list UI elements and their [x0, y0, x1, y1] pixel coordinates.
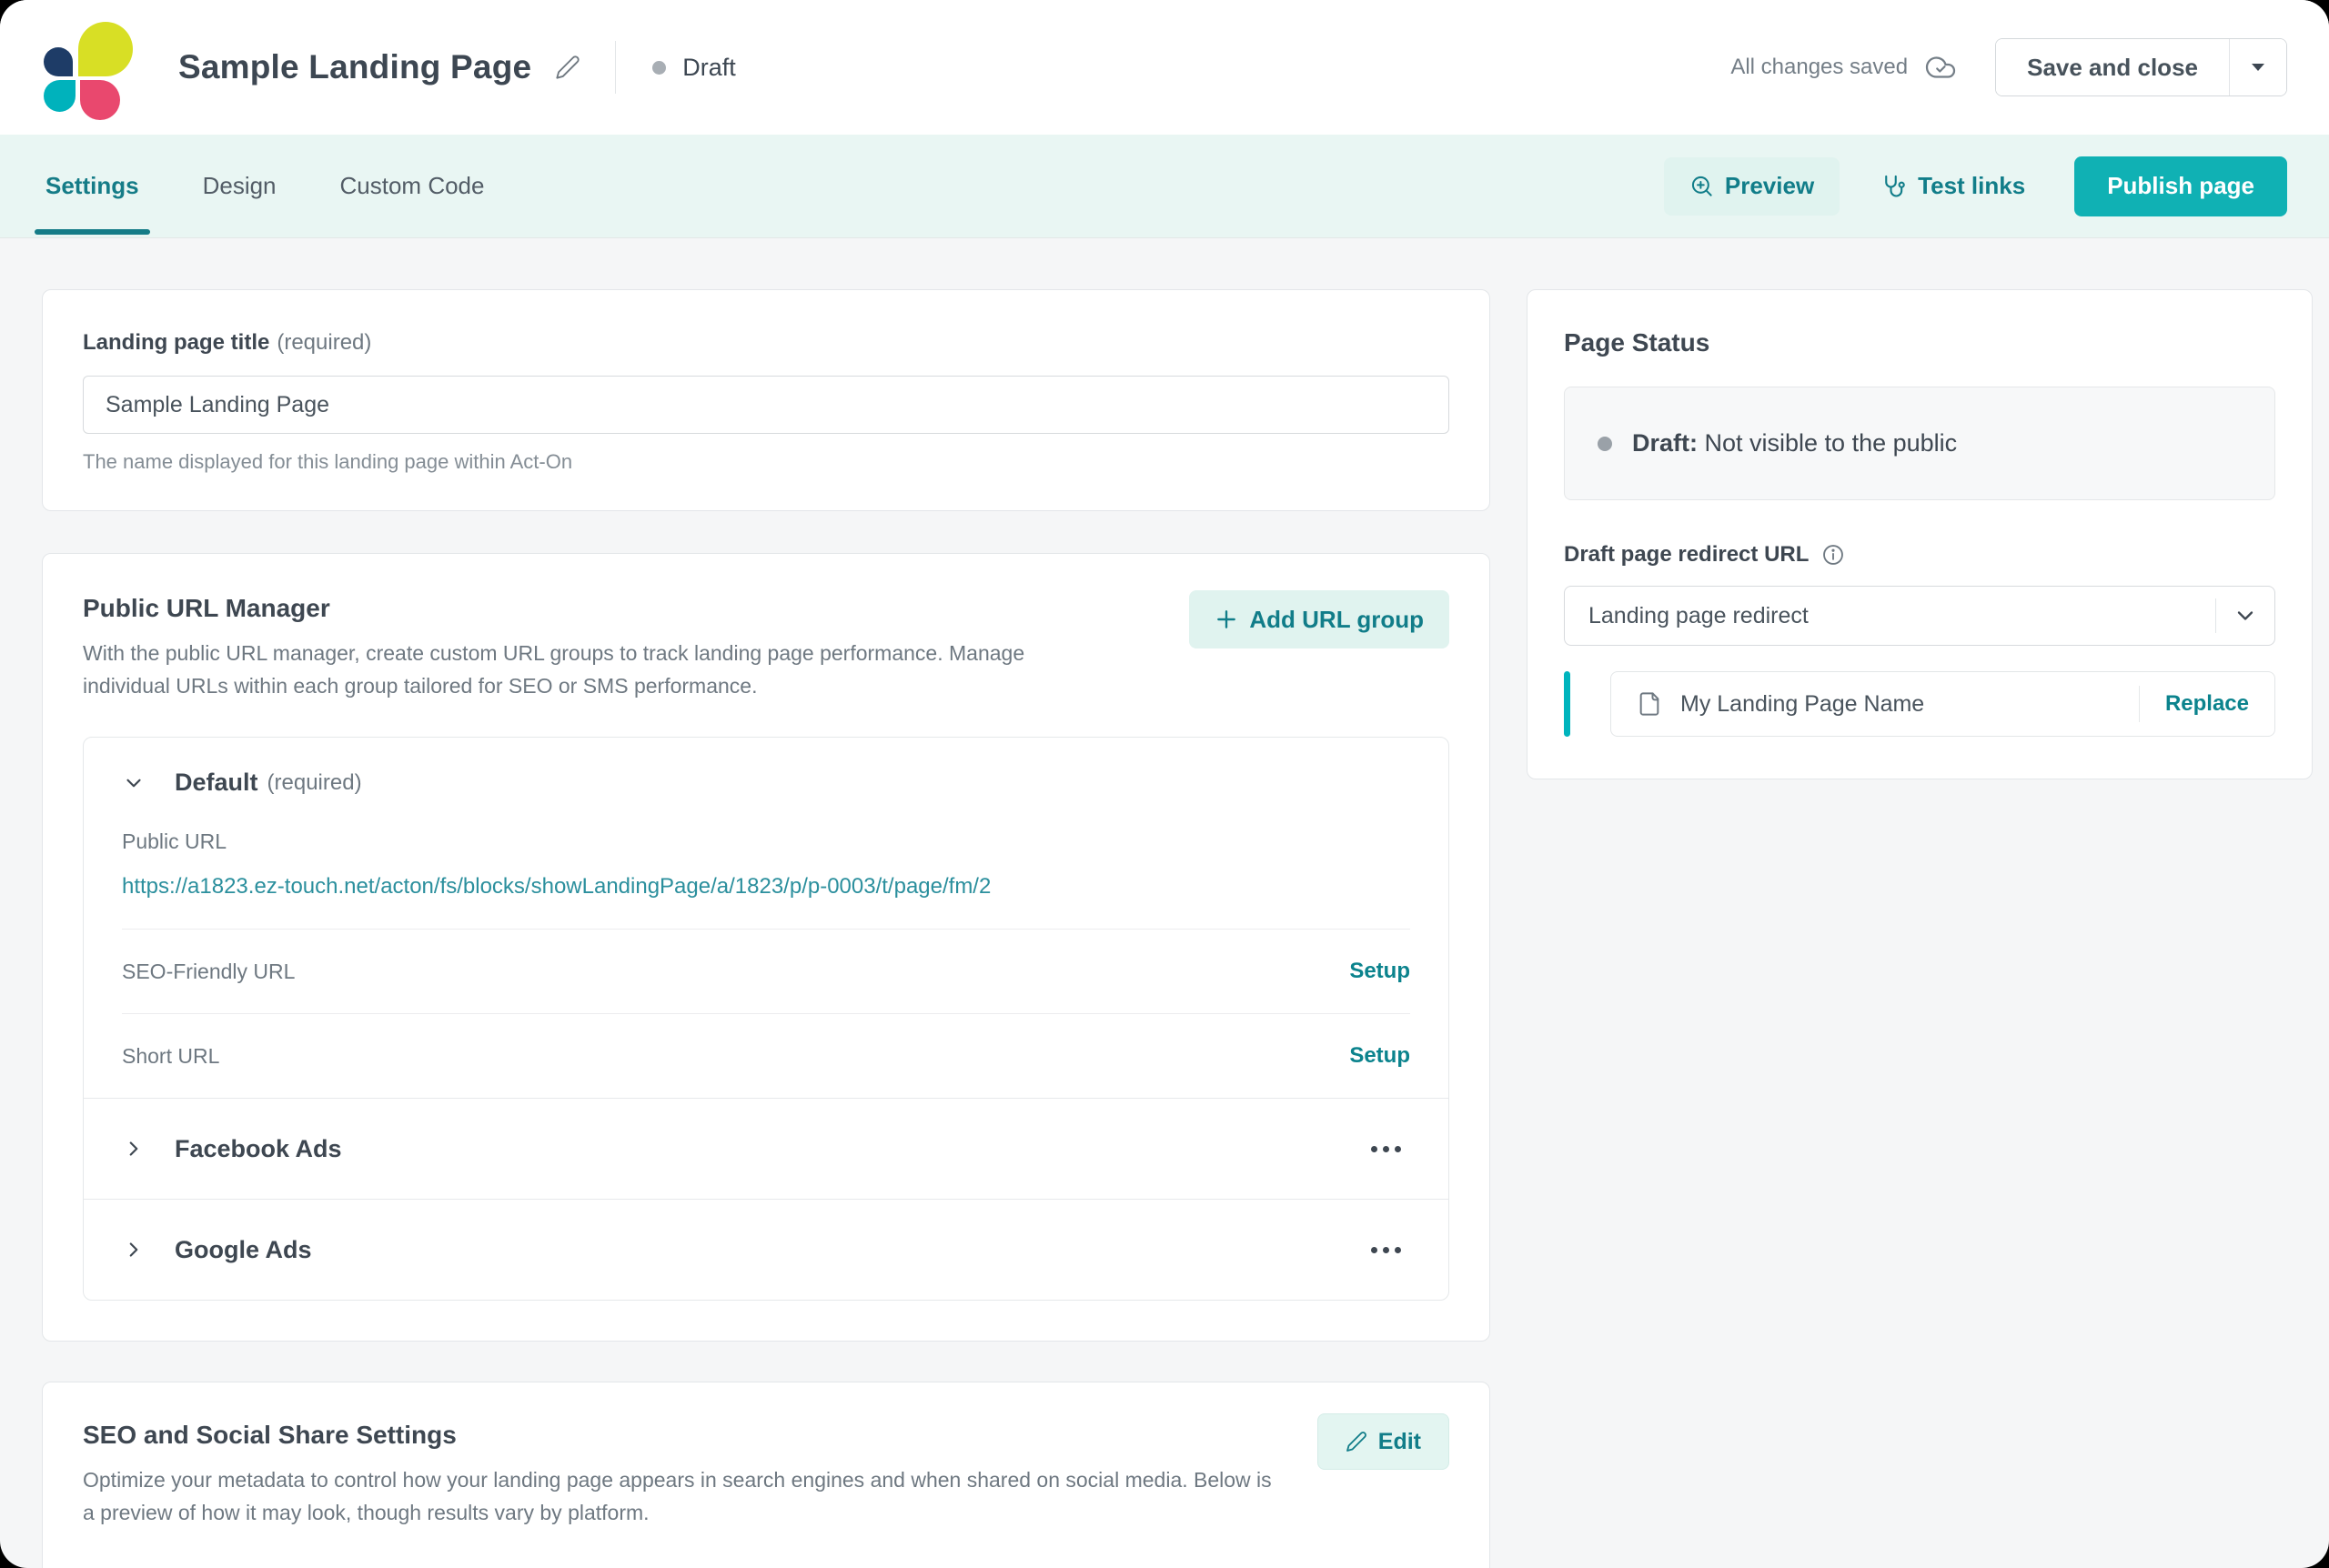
- ellipsis-icon: [1371, 1247, 1377, 1253]
- draft-redirect-url-label: Draft page redirect URL: [1564, 542, 1809, 568]
- default-group-header[interactable]: Default (required): [84, 738, 1448, 806]
- seo-edit-button-label: Edit: [1378, 1429, 1421, 1455]
- draft-status-dot: [1598, 437, 1612, 451]
- logo-petal-teal: [44, 80, 76, 112]
- content: Landing page title (required) The name di…: [0, 238, 2329, 1568]
- seo-social-share-card: SEO and Social Share Settings Edit Optim…: [42, 1382, 1490, 1568]
- edit-title-button[interactable]: [555, 55, 580, 80]
- logo-petal-yellow: [78, 22, 133, 76]
- redirect-accent-bar: [1564, 671, 1570, 737]
- redirect-page-box: My Landing Page Name Replace: [1610, 671, 2275, 737]
- app-window: Sample Landing Page Draft All changes sa…: [0, 0, 2329, 1568]
- chevron-right-icon[interactable]: [122, 1238, 146, 1261]
- redirect-type-select[interactable]: Landing page redirect: [1564, 586, 2275, 646]
- autosave-status-text: All changes saved: [1730, 55, 1908, 80]
- public-url-label: Public URL: [122, 829, 1410, 854]
- landing-page-title-card: Landing page title (required) The name di…: [42, 289, 1490, 511]
- acton-logo-icon: [42, 20, 136, 115]
- page-status-title: Page Status: [1564, 328, 2275, 357]
- logo-petal-navy: [44, 47, 73, 76]
- tab-design[interactable]: Design: [199, 135, 280, 237]
- google-ads-label: Google Ads: [175, 1236, 312, 1264]
- add-url-group-button[interactable]: Add URL group: [1189, 590, 1449, 648]
- page-status-bold: Draft:: [1632, 429, 1698, 457]
- preview-button[interactable]: Preview: [1664, 157, 1840, 216]
- seo-edit-button[interactable]: Edit: [1317, 1413, 1449, 1470]
- landing-page-title-label: Landing page title (required): [83, 330, 1449, 356]
- default-group-required: (required): [267, 770, 362, 796]
- plus-icon: [1215, 608, 1238, 631]
- seo-card-title: SEO and Social Share Settings: [83, 1421, 1449, 1450]
- redirect-target-item: My Landing Page Name Replace: [1564, 671, 2275, 737]
- header-divider: [615, 41, 616, 94]
- seo-friendly-url-label: SEO-Friendly URL: [122, 960, 295, 984]
- add-url-group-label: Add URL group: [1249, 606, 1424, 634]
- url-groups-container: Default (required) Public URL https://a1…: [83, 737, 1449, 1301]
- tab-custom-code[interactable]: Custom Code: [337, 135, 489, 237]
- landing-page-title-helper: The name displayed for this landing page…: [83, 450, 1449, 474]
- landing-page-title-label-text: Landing page title: [83, 330, 269, 355]
- page-title: Sample Landing Page: [178, 48, 531, 86]
- url-manager-description: With the public URL manager, create cust…: [83, 638, 1084, 702]
- google-ads-group-row[interactable]: Google Ads: [84, 1200, 1448, 1300]
- replace-page-link[interactable]: Replace: [2140, 691, 2274, 717]
- default-url-group: Default (required) Public URL https://a1…: [84, 738, 1448, 1098]
- logo-petal-pink: [80, 80, 120, 120]
- seo-friendly-url-setup-link[interactable]: Setup: [1349, 959, 1410, 984]
- redirect-page-name: My Landing Page Name: [1680, 691, 2139, 718]
- pencil-icon: [555, 55, 580, 80]
- save-split-button: Save and close: [1995, 38, 2287, 96]
- facebook-ads-more-options-button[interactable]: [1362, 1137, 1410, 1161]
- header-status-label: Draft: [682, 54, 736, 82]
- draft-status-dot: [652, 61, 666, 75]
- public-url-link[interactable]: https://a1823.ez-touch.net/acton/fs/bloc…: [122, 874, 991, 900]
- chevron-right-icon[interactable]: [122, 1137, 146, 1161]
- default-group-label: Default: [175, 769, 258, 797]
- preview-button-label: Preview: [1725, 172, 1814, 200]
- facebook-ads-group-row[interactable]: Facebook Ads: [84, 1099, 1448, 1199]
- file-icon: [1637, 691, 1662, 717]
- seo-friendly-url-row: SEO-Friendly URL Setup: [122, 930, 1410, 1013]
- caret-down-icon: [2249, 61, 2267, 74]
- google-ads-more-options-button[interactable]: [1362, 1238, 1410, 1262]
- stethoscope-icon: [1881, 174, 1907, 199]
- header: Sample Landing Page Draft All changes sa…: [0, 0, 2329, 135]
- test-links-button-label: Test links: [1918, 172, 2025, 200]
- ellipsis-icon: [1371, 1146, 1377, 1152]
- zoom-in-icon: [1689, 174, 1714, 198]
- page-status-box: Draft: Not visible to the public: [1564, 387, 2275, 500]
- facebook-ads-label: Facebook Ads: [175, 1135, 342, 1163]
- short-url-setup-link[interactable]: Setup: [1349, 1043, 1410, 1069]
- page-status-card: Page Status Draft: Not visible to the pu…: [1527, 289, 2313, 779]
- publish-page-button[interactable]: Publish page: [2074, 156, 2287, 216]
- save-and-close-button[interactable]: Save and close: [1996, 39, 2229, 95]
- page-status-text: Draft: Not visible to the public: [1632, 429, 1957, 457]
- short-url-label: Short URL: [122, 1044, 219, 1069]
- public-url-manager-card: Public URL Manager With the public URL m…: [42, 553, 1490, 1342]
- tab-bar: Settings Design Custom Code Preview Test…: [0, 135, 2329, 238]
- test-links-button[interactable]: Test links: [1872, 157, 2034, 216]
- required-suffix: (required): [277, 330, 371, 355]
- tab-settings[interactable]: Settings: [42, 135, 143, 237]
- cloud-check-icon: [1924, 51, 1957, 84]
- chevron-down-icon: [2216, 603, 2274, 628]
- pencil-icon: [1346, 1431, 1367, 1452]
- page-status-detail: Not visible to the public: [1698, 429, 1957, 457]
- seo-card-description: Optimize your metadata to control how yo…: [83, 1464, 1284, 1529]
- chevron-down-icon[interactable]: [122, 771, 146, 795]
- tabs: Settings Design Custom Code: [42, 135, 544, 237]
- info-circle-icon[interactable]: [1821, 543, 1845, 567]
- save-options-button[interactable]: [2230, 39, 2286, 95]
- short-url-row: Short URL Setup: [122, 1014, 1410, 1098]
- landing-page-title-input[interactable]: [83, 376, 1449, 434]
- redirect-select-value: Landing page redirect: [1565, 603, 2215, 629]
